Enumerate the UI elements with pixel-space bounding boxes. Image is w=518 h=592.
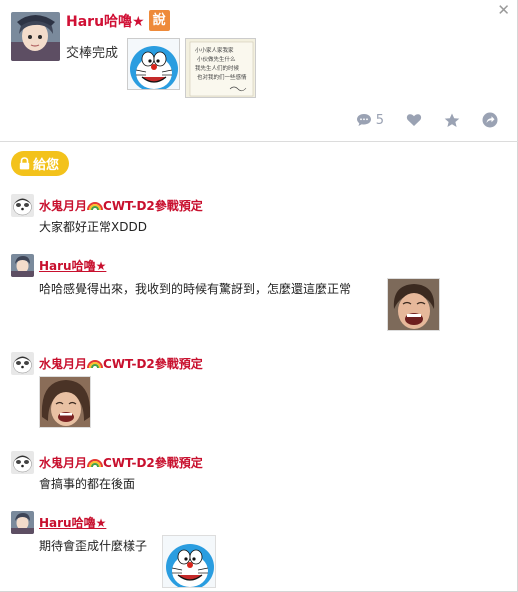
- favorite-action[interactable]: [444, 113, 460, 128]
- post-text: 交棒完成: [66, 46, 119, 61]
- note-line: 小小家人家我家: [195, 46, 234, 54]
- commenter-avatar[interactable]: [11, 451, 34, 474]
- lock-button-label: 給您: [33, 158, 60, 173]
- commenter-name-prefix: 水鬼月月: [39, 199, 88, 213]
- close-icon[interactable]: ✕: [497, 3, 510, 18]
- post-author-name[interactable]: Haru哈嚕★: [66, 11, 145, 31]
- post-image-doraemon[interactable]: [127, 38, 180, 90]
- commenter-name-prefix: 水鬼月月: [39, 357, 88, 371]
- author-avatar[interactable]: [11, 12, 60, 61]
- comment-image-reaction[interactable]: [39, 376, 91, 428]
- comment-action[interactable]: 5: [356, 113, 384, 128]
- comment-text: 會搞事的都在後面: [39, 477, 136, 491]
- commenter-name-suffix: CWT-D2參戰預定: [103, 456, 203, 470]
- rainbow-icon: [87, 360, 104, 369]
- comment-text: 期待會歪成什麼樣子: [39, 539, 148, 553]
- note-line: 小伙做先生什么: [197, 55, 236, 63]
- note-line: 我先生人们的时候: [195, 64, 240, 72]
- comment-image-laughing[interactable]: [387, 278, 440, 331]
- commenter-name-prefix: 水鬼月月: [39, 456, 88, 470]
- commenter-name[interactable]: Haru哈嚕★: [39, 257, 106, 274]
- star-icon: [444, 113, 460, 127]
- comment-text: 哈哈感覺得出來，我收到的時候有驚訝到，怎麼還這麼正常: [39, 282, 352, 296]
- comment-count: 5: [375, 112, 384, 128]
- share-icon: [482, 112, 498, 128]
- commenter-name-suffix: CWT-D2參戰預定: [103, 199, 203, 213]
- like-action[interactable]: [406, 113, 422, 127]
- lock-icon: [19, 157, 30, 170]
- commenter-avatar[interactable]: [11, 352, 34, 375]
- say-badge: 說: [148, 10, 170, 31]
- section-divider: [0, 141, 518, 142]
- rainbow-icon: [87, 202, 104, 211]
- comment-icon: [356, 114, 371, 126]
- commenter-name[interactable]: Haru哈嚕★: [39, 514, 106, 531]
- commenter-avatar[interactable]: [11, 511, 34, 534]
- share-action[interactable]: [482, 112, 498, 128]
- commenter-name[interactable]: 水鬼月月 CWT-D2參戰預定: [39, 454, 203, 471]
- rainbow-icon: [87, 459, 104, 468]
- comment-image-doraemon[interactable]: [162, 535, 216, 588]
- comment-text: 大家都好正常XDDD: [39, 220, 147, 234]
- commenter-name-suffix: CWT-D2參戰預定: [103, 357, 203, 371]
- heart-icon: [406, 114, 422, 126]
- commenter-name[interactable]: 水鬼月月 CWT-D2參戰預定: [39, 355, 203, 372]
- post-author[interactable]: Haru哈嚕★ 說: [66, 10, 170, 31]
- commenter-avatar[interactable]: [11, 194, 34, 217]
- commenter-name[interactable]: 水鬼月月 CWT-D2參戰預定: [39, 197, 203, 214]
- lock-button[interactable]: 給您: [11, 151, 70, 176]
- post-image-note[interactable]: 小小家人家我家 小伙做先生什么 我先生人们的时候 也对我的们一些感情: [185, 38, 256, 98]
- note-line: 也对我的们一些感情: [197, 73, 247, 81]
- post-actions: 5: [334, 112, 498, 128]
- commenter-avatar[interactable]: [11, 254, 34, 277]
